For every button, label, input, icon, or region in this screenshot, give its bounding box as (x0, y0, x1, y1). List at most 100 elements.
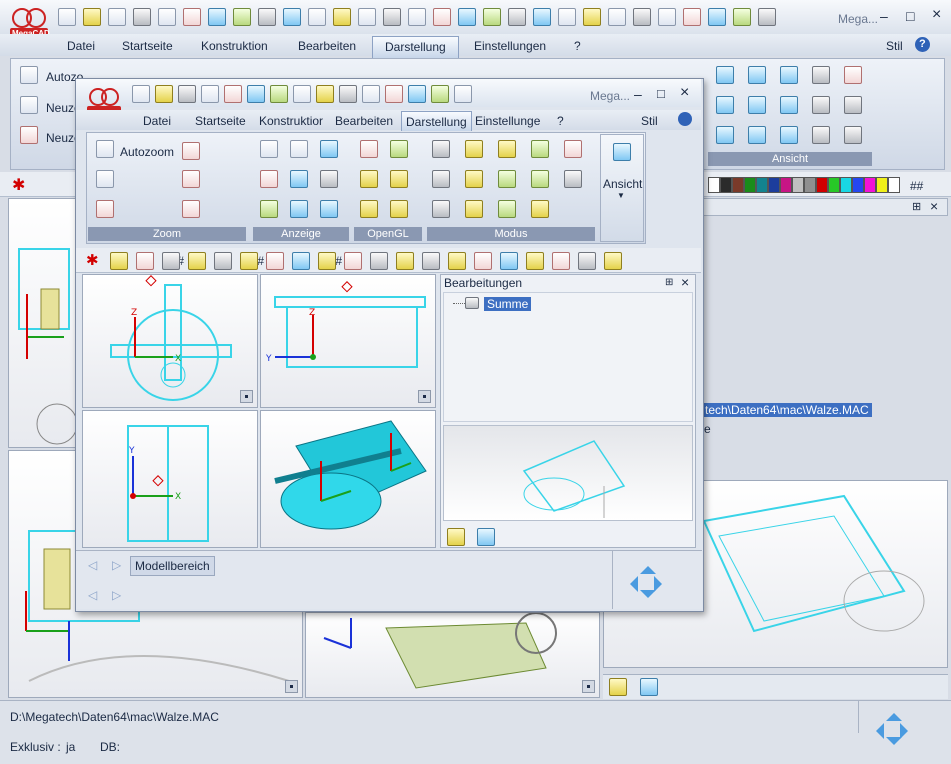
popup-toolbar-button-11-icon[interactable] (362, 85, 380, 103)
main-viewport-top-left[interactable] (8, 198, 76, 448)
popup-secondary-button-11-icon[interactable] (370, 252, 388, 270)
ansicht-row3-2-icon[interactable] (748, 126, 766, 144)
snap-asterisk-icon[interactable]: ✱ (12, 175, 25, 195)
toolbar-button-16-icon[interactable] (433, 8, 451, 26)
toolbar-button-12-icon[interactable] (333, 8, 351, 26)
popup-secondary-button-16-icon[interactable] (500, 252, 518, 270)
popup-toolbar-button-7-icon[interactable] (270, 85, 288, 103)
modus-row3-1-icon[interactable] (432, 200, 450, 218)
toolbar-button-23-icon[interactable] (608, 8, 626, 26)
color-swatch[interactable] (888, 177, 900, 193)
main-autozoom-icon[interactable] (20, 66, 38, 84)
color-swatch[interactable] (744, 177, 756, 193)
tree-panel-close-icon[interactable]: × (681, 274, 689, 290)
popup-toolbar-button-12-icon[interactable] (385, 85, 403, 103)
popup-menu-help[interactable]: ? (557, 114, 564, 128)
toolbar-button-13-icon[interactable] (358, 8, 376, 26)
opengl-row1-1-icon[interactable] (360, 140, 378, 158)
ansicht-row2-3-icon[interactable] (780, 96, 798, 114)
modus-row1-1-icon[interactable] (432, 140, 450, 158)
ansicht-row2-1-icon[interactable] (716, 96, 734, 114)
color-swatch[interactable] (756, 177, 768, 193)
viewport-maximize-button[interactable] (285, 680, 298, 693)
modus-row2-1-icon[interactable] (432, 170, 450, 188)
tree-node-summe[interactable]: Summe (484, 297, 532, 311)
popup-toolbar-button-15-icon[interactable] (454, 85, 472, 103)
color-swatch[interactable] (708, 177, 720, 193)
popup-secondary-button-9-icon[interactable] (318, 252, 336, 270)
popup-ansicht-button[interactable]: Ansicht ▼ (600, 134, 644, 242)
popup-secondary-button-3-icon[interactable] (162, 252, 180, 270)
toolbar-button-27-icon[interactable] (708, 8, 726, 26)
toolbar-button-25-icon[interactable] (658, 8, 676, 26)
anzeige-row3-3-icon[interactable] (320, 200, 338, 218)
toolbar-button-17-icon[interactable] (458, 8, 476, 26)
popup-menu-darstellung[interactable]: Darstellung (401, 111, 472, 131)
toolbar-button-8-icon[interactable] (233, 8, 251, 26)
toolbar-button-20-icon[interactable] (533, 8, 551, 26)
popup-secondary-button-20-icon[interactable] (604, 252, 622, 270)
popup-help-icon[interactable] (678, 112, 692, 126)
popup-navigation-arrows-icon[interactable] (626, 562, 670, 606)
anzeige-row2-2-icon[interactable] (290, 170, 308, 188)
toolbar-button-14-icon[interactable] (383, 8, 401, 26)
color-swatch[interactable] (852, 177, 864, 193)
popup-minimize-button[interactable]: – (634, 86, 642, 102)
main-panel-tab-icon-2[interactable] (640, 678, 658, 696)
popup-secondary-button-8-icon[interactable] (292, 252, 310, 270)
color-swatch[interactable] (720, 177, 732, 193)
ansicht-row3-5-icon[interactable] (844, 126, 862, 144)
modus-row3-2-icon[interactable] (465, 200, 483, 218)
modus-row1-2-icon[interactable] (465, 140, 483, 158)
zoom-window-1-icon[interactable] (182, 200, 200, 218)
popup-toolbar-button-14-icon[interactable] (431, 85, 449, 103)
main-viewport-bottom-middle[interactable] (305, 612, 600, 698)
toolbar-button-4-icon[interactable] (133, 8, 151, 26)
zoom-magnify-1-icon[interactable] (182, 142, 200, 160)
main-redraw-scissors-icon[interactable] (20, 126, 38, 144)
anzeige-row2-1-icon[interactable] (260, 170, 278, 188)
layout-prev-icon[interactable]: ◁ (88, 558, 97, 572)
layout-next-icon[interactable]: ▷ (112, 558, 121, 572)
modus-row1-4-icon[interactable] (531, 140, 549, 158)
tree-panel-pin-icon[interactable]: ⊞ (665, 277, 673, 288)
toolbar-button-28-icon[interactable] (733, 8, 751, 26)
popup-toolbar-button-8-icon[interactable] (293, 85, 311, 103)
zoom-autozoom-1-icon[interactable] (96, 140, 114, 158)
main-path-highlight[interactable]: tech\Daten64\mac\Walze.MAC (702, 403, 872, 417)
popup-secondary-button-14-icon[interactable] (448, 252, 466, 270)
toolbar-button-15-icon[interactable] (408, 8, 426, 26)
popup-secondary-button-5-icon[interactable] (214, 252, 232, 270)
color-swatch[interactable] (816, 177, 828, 193)
main-panel-close-icon[interactable]: × (930, 198, 938, 214)
ansicht-row1-1-icon[interactable] (716, 66, 734, 84)
popup-secondary-button-6-icon[interactable] (240, 252, 258, 270)
tree-tab-icon-1[interactable] (447, 528, 465, 546)
tree-tab-icon-2[interactable] (477, 528, 495, 546)
color-swatch[interactable] (876, 177, 888, 193)
popup-toolbar-button-2-icon[interactable] (155, 85, 173, 103)
color-swatch[interactable] (732, 177, 744, 193)
color-swatch[interactable] (828, 177, 840, 193)
popup-secondary-button-15-icon[interactable] (474, 252, 492, 270)
menu-item-konstruktion[interactable]: Konstruktion (201, 39, 268, 53)
popup-stil-menu[interactable]: Stil (641, 114, 658, 128)
ansicht-row1-2-icon[interactable] (748, 66, 766, 84)
menu-item-einstellungen[interactable]: Einstellungen (474, 39, 546, 53)
popup-menu-einstellungen[interactable]: Einstellunge (475, 114, 540, 128)
toolbar-button-3-icon[interactable] (108, 8, 126, 26)
popup-restore-button[interactable]: □ (657, 86, 665, 101)
toolbar-button-24-icon[interactable] (633, 8, 651, 26)
ansicht-row3-3-icon[interactable] (780, 126, 798, 144)
popup-menu-datei[interactable]: Datei (143, 114, 171, 128)
toolbar-button-1-icon[interactable] (58, 8, 76, 26)
ansicht-row2-2-icon[interactable] (748, 96, 766, 114)
color-swatch[interactable] (864, 177, 876, 193)
popup-menu-bearbeiten[interactable]: Bearbeiten (335, 114, 393, 128)
popup-snap-asterisk-icon[interactable]: ✱ (86, 251, 99, 269)
popup-menu-startseite[interactable]: Startseite (195, 114, 246, 128)
popup-toolbar-button-4-icon[interactable] (201, 85, 219, 103)
ansicht-row1-5-icon[interactable] (844, 66, 862, 84)
popup-toolbar-button-9-icon[interactable] (316, 85, 334, 103)
anzeige-row2-3-icon[interactable] (320, 170, 338, 188)
